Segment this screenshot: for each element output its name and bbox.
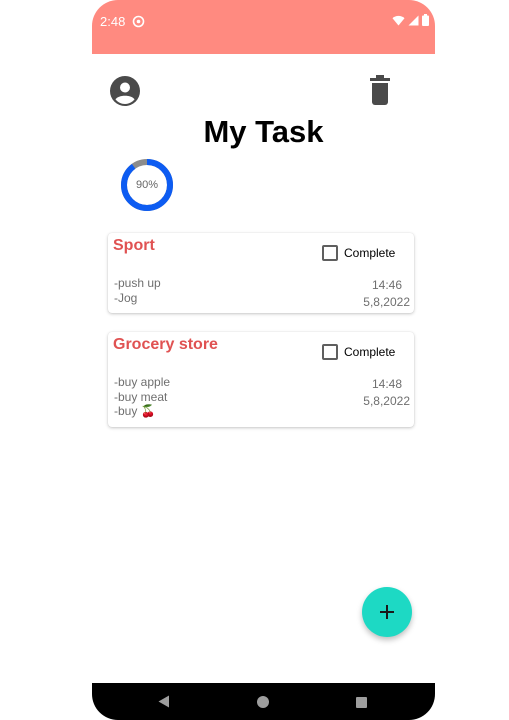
status-icons [392, 14, 429, 26]
navigation-bar [92, 683, 435, 720]
task-notes: -buy apple -buy meat -buy 🍒 [114, 375, 170, 419]
task-notes: -push up -Jog [114, 276, 161, 305]
task-note: -buy 🍒 [114, 404, 156, 418]
page-title: My Task [203, 114, 324, 149]
task-date: 5,8,2022 [363, 295, 410, 309]
wifi-icon [392, 15, 405, 25]
complete-checkbox[interactable]: Complete [322, 245, 395, 261]
task-note: -buy apple [114, 375, 171, 389]
task-title: Grocery store [113, 336, 218, 353]
recents-icon[interactable] [356, 697, 367, 708]
back-icon[interactable] [158, 695, 170, 708]
app-notification-icon [132, 15, 145, 33]
task-card[interactable]: Sport Complete -push up -Jog 14:46 5,8,2… [108, 233, 414, 313]
complete-label: Complete [344, 246, 396, 260]
task-note: -Jog [114, 290, 138, 305]
task-card[interactable]: Grocery store Complete -buy apple -buy m… [108, 332, 414, 427]
profile-button[interactable] [109, 75, 141, 107]
checkbox-icon[interactable] [322, 245, 338, 261]
add-task-button[interactable] [362, 587, 412, 637]
trash-icon [370, 75, 390, 105]
task-note: -push up [114, 276, 161, 290]
status-time: 2:48 [100, 14, 126, 29]
phone-screen: 2:48 My Task 90% Sport Complete -push up… [92, 0, 435, 720]
battery-icon [422, 14, 429, 26]
task-time: 14:48 [371, 377, 402, 391]
task-title: Sport [113, 237, 155, 254]
complete-label: Complete [344, 345, 396, 359]
signal-icon [408, 15, 419, 25]
progress-label: 90% [135, 179, 159, 191]
task-time: 14:46 [371, 278, 402, 292]
task-date: 5,8,2022 [363, 394, 410, 408]
checkbox-icon[interactable] [322, 344, 338, 360]
account-circle-icon [110, 76, 140, 106]
delete-button[interactable] [368, 75, 392, 105]
plus-icon [380, 605, 394, 619]
home-icon[interactable] [257, 696, 269, 708]
task-note: -buy meat [114, 389, 168, 404]
complete-checkbox[interactable]: Complete [322, 344, 395, 360]
status-bar: 2:48 [92, 0, 435, 54]
